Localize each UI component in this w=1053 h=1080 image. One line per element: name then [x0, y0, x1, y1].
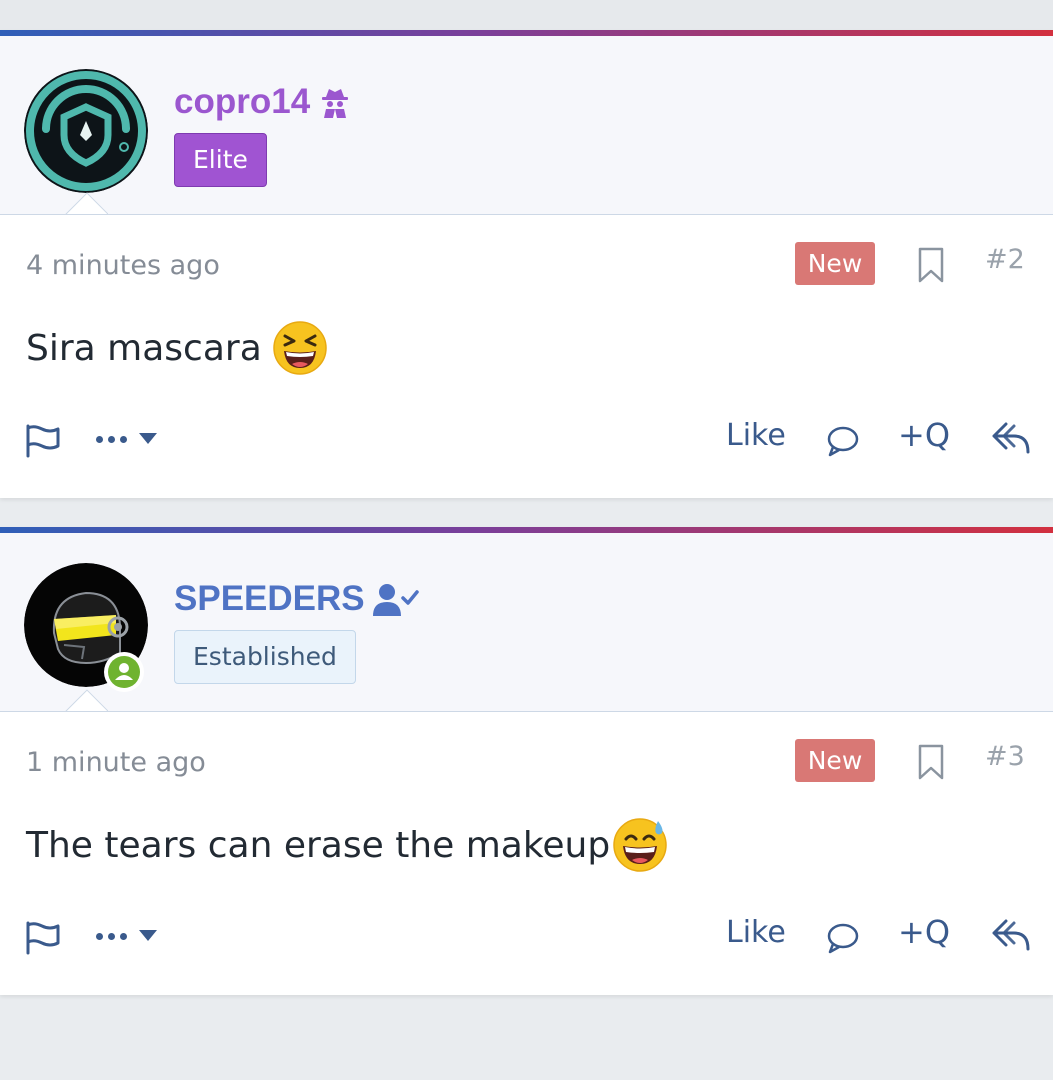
multiquote-button[interactable]: +Q	[898, 913, 950, 951]
header-caret	[64, 689, 108, 711]
online-status-badge	[104, 652, 144, 692]
post-message: The tears can erase the makeup	[26, 817, 668, 873]
ellipsis-icon	[96, 428, 132, 447]
post: SPEEDERS Established 1 minute ago New #3…	[0, 527, 1053, 995]
username-text[interactable]: SPEEDERS	[174, 579, 365, 619]
caret-down-icon	[139, 929, 157, 941]
post: copro14 Elite 4 minutes ago New #2 Sira …	[0, 30, 1053, 498]
top-strip	[0, 0, 1053, 30]
user-secret-icon	[322, 89, 349, 118]
reply-icon[interactable]	[990, 917, 1032, 953]
post-message-text: The tears can erase the makeup	[26, 824, 611, 866]
user-check-icon	[372, 584, 419, 616]
rank-badge: Established	[174, 630, 356, 684]
caret-down-icon	[139, 432, 157, 444]
post-number[interactable]: #2	[985, 244, 1025, 275]
like-button[interactable]: Like	[726, 915, 786, 950]
post-message: Sira mascara	[26, 320, 328, 376]
report-flag-icon[interactable]	[24, 422, 62, 458]
bookmark-icon[interactable]	[916, 245, 946, 285]
report-flag-icon[interactable]	[24, 919, 62, 955]
grinning-face-with-sweat-emoji	[612, 817, 668, 873]
laughing-squinting-face-emoji	[272, 320, 328, 376]
post-message-text: Sira mascara	[26, 327, 262, 369]
rank-badge: Elite	[174, 133, 267, 187]
new-badge: New	[795, 739, 875, 782]
username-text[interactable]: copro14	[174, 82, 310, 122]
post-number[interactable]: #3	[985, 741, 1025, 772]
new-badge: New	[795, 242, 875, 285]
like-button[interactable]: Like	[726, 418, 786, 453]
post-user-header: copro14 Elite	[0, 36, 1053, 215]
post-user-header: SPEEDERS Established	[0, 533, 1053, 712]
ellipsis-icon	[96, 925, 132, 944]
username[interactable]: copro14	[174, 80, 352, 124]
avatar[interactable]	[24, 69, 148, 193]
more-options-menu[interactable]	[96, 925, 158, 944]
comment-icon[interactable]	[826, 921, 860, 955]
post-timestamp[interactable]: 1 minute ago	[26, 747, 206, 778]
more-options-menu[interactable]	[96, 428, 158, 447]
post-timestamp[interactable]: 4 minutes ago	[26, 250, 220, 281]
comment-icon[interactable]	[826, 424, 860, 458]
username[interactable]: SPEEDERS	[174, 577, 419, 621]
bottom-strip	[0, 1000, 1053, 1080]
bookmark-icon[interactable]	[916, 742, 946, 782]
header-caret	[64, 192, 108, 214]
reply-icon[interactable]	[990, 420, 1032, 456]
multiquote-button[interactable]: +Q	[898, 416, 950, 454]
